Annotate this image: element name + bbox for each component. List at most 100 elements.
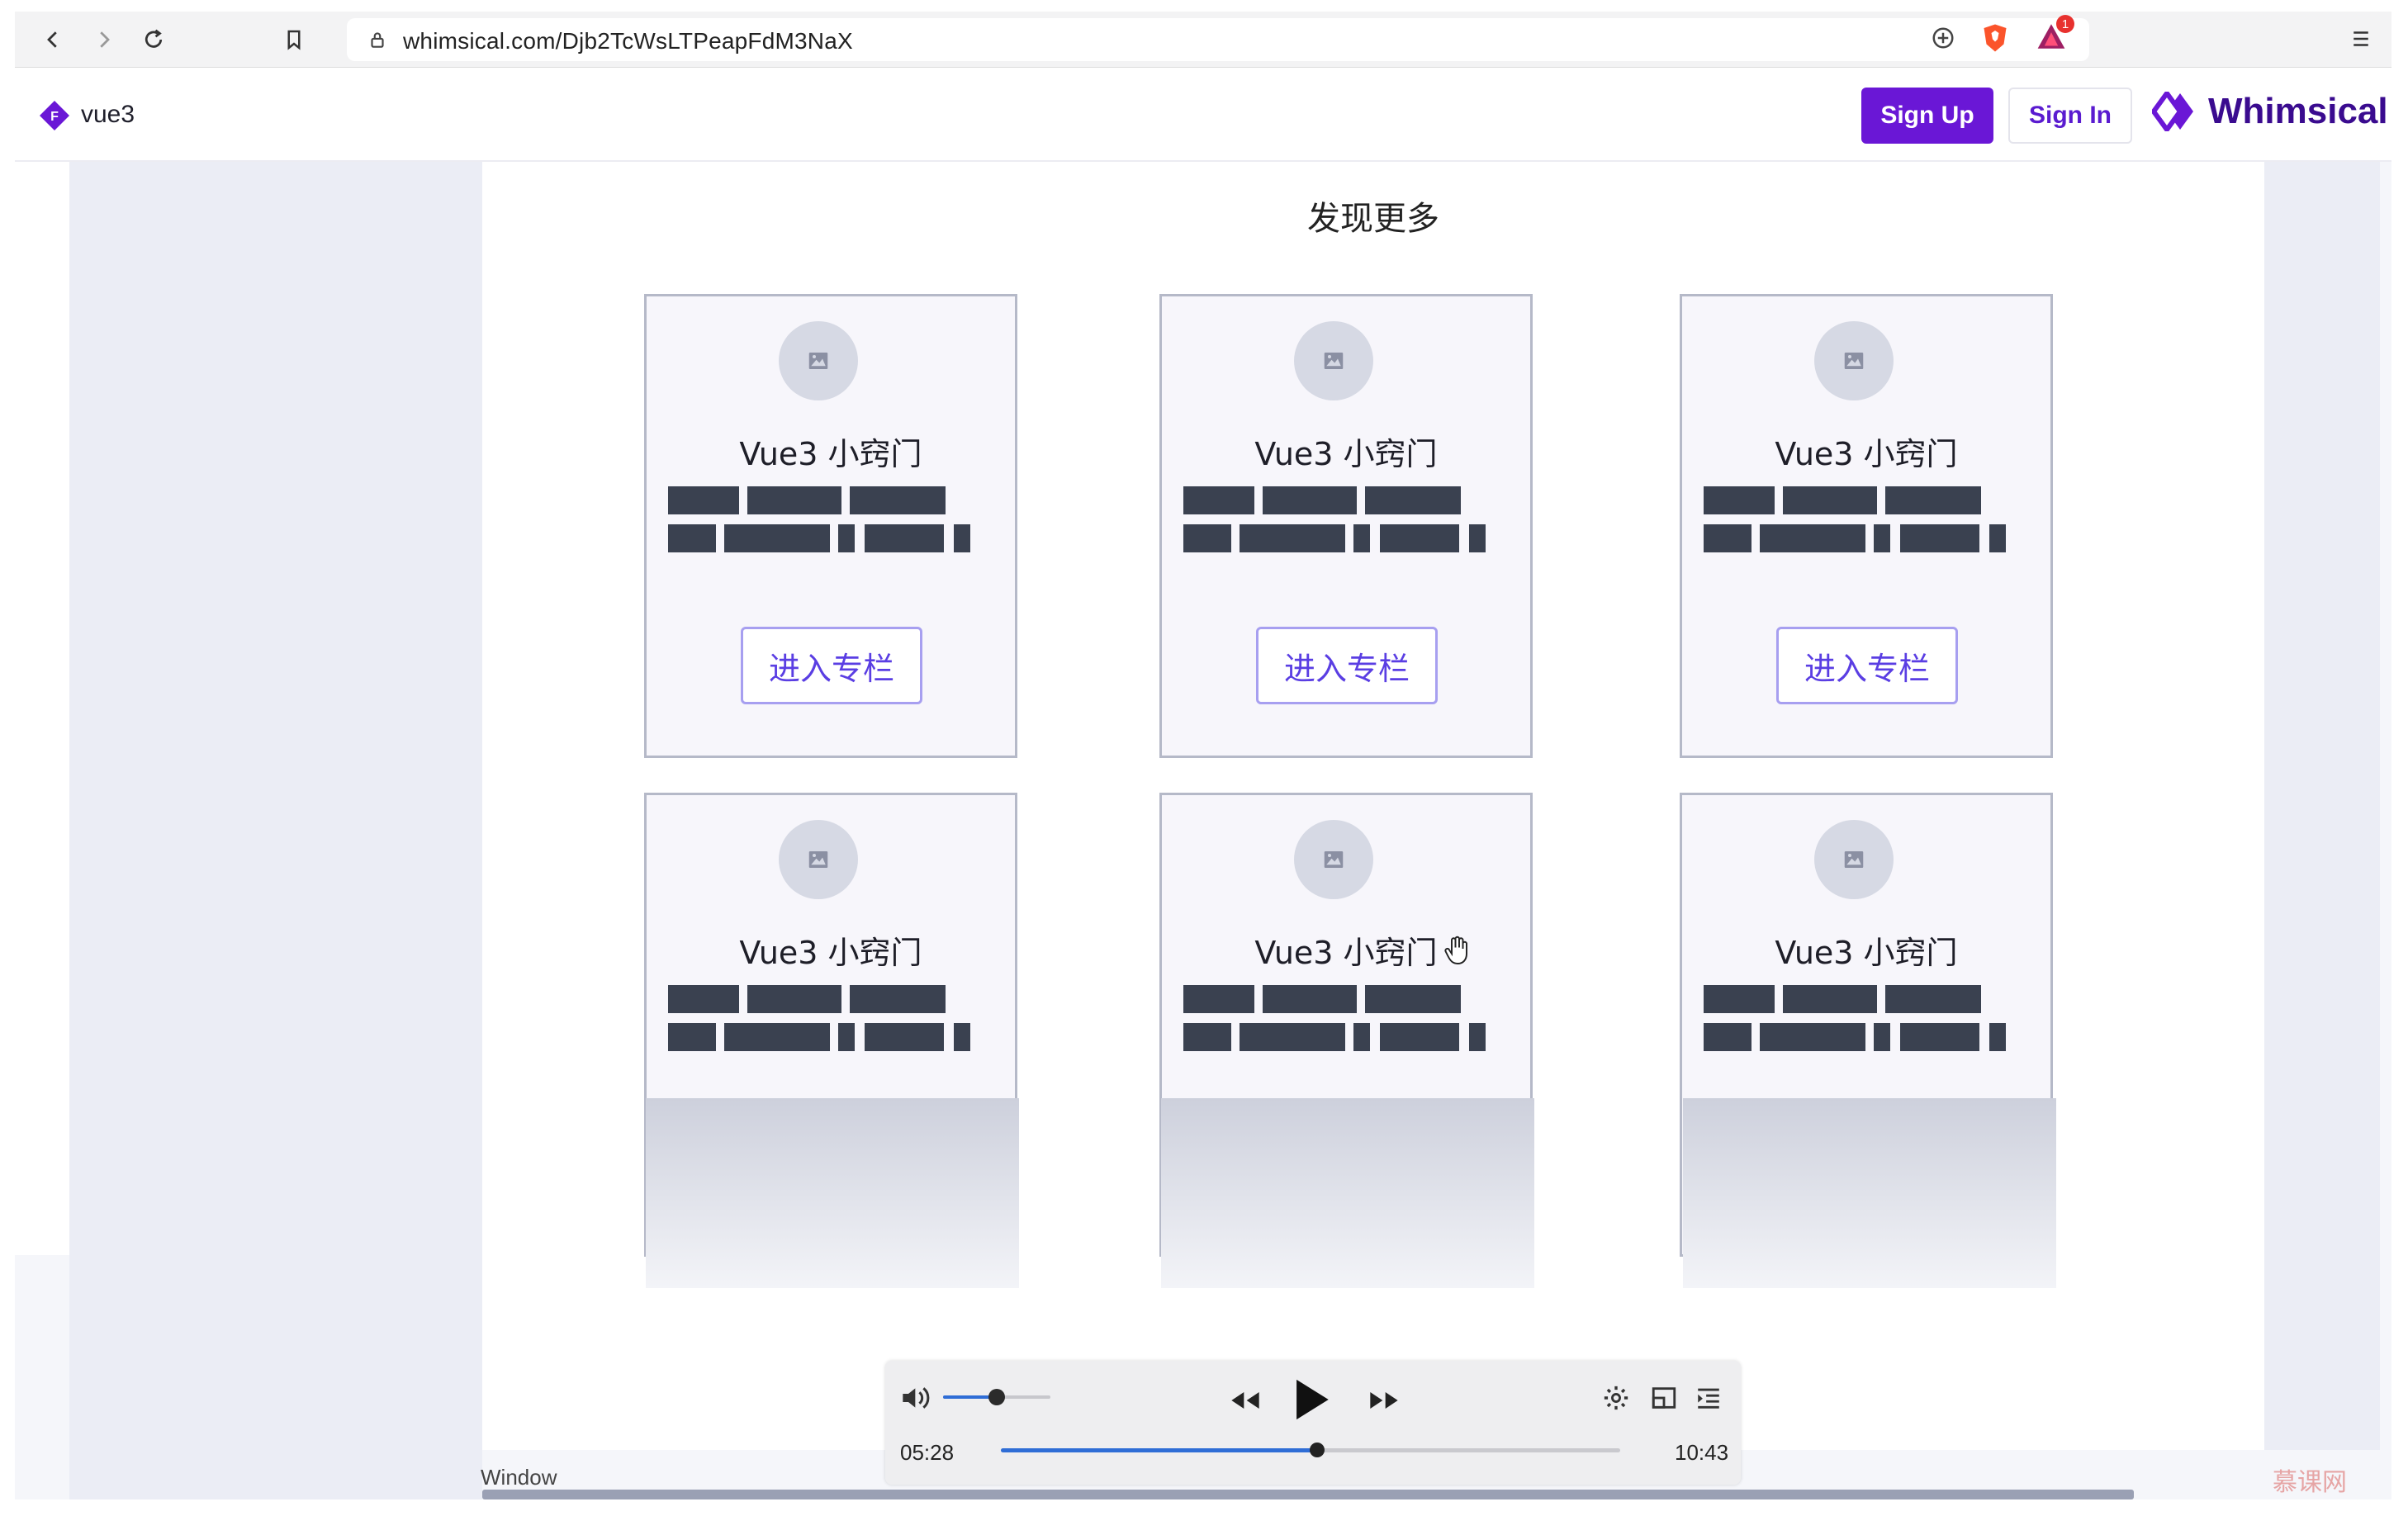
placeholder-bar bbox=[1783, 486, 1877, 514]
placeholder-bar bbox=[668, 524, 716, 552]
placeholder-bar bbox=[850, 486, 946, 514]
placeholder-bar bbox=[1353, 1023, 1370, 1051]
rewind-icon[interactable] bbox=[1229, 1389, 1262, 1412]
placeholder-bar bbox=[1885, 486, 1981, 514]
image-icon bbox=[1844, 851, 1864, 868]
placeholder-bar bbox=[747, 985, 841, 1013]
forward-icon[interactable] bbox=[89, 25, 119, 54]
notification-badge: 1 bbox=[2056, 15, 2074, 33]
placeholder-bar bbox=[668, 985, 739, 1013]
placeholder-bar bbox=[1989, 1023, 2006, 1051]
placeholder-bar bbox=[1240, 524, 1345, 552]
placeholder-bar bbox=[838, 1023, 855, 1051]
window-label: Window bbox=[481, 1465, 557, 1490]
volume-knob[interactable] bbox=[988, 1389, 1005, 1405]
placeholder-bar bbox=[1704, 524, 1751, 552]
card-title: Vue3 小窍门 bbox=[1254, 935, 1438, 971]
volume-icon[interactable] bbox=[900, 1384, 933, 1412]
placeholder-bar bbox=[1900, 1023, 1979, 1051]
video-player-controls: 05:28 10:43 bbox=[885, 1361, 1741, 1485]
placeholder-bar bbox=[668, 1023, 716, 1051]
image-icon bbox=[1324, 353, 1344, 369]
placeholder-bar bbox=[1183, 524, 1231, 552]
placeholder-bar bbox=[1353, 524, 1370, 552]
playlist-icon[interactable] bbox=[1695, 1384, 1723, 1412]
menu-icon[interactable] bbox=[2349, 26, 2373, 54]
placeholder-bar bbox=[954, 524, 970, 552]
placeholder-bar bbox=[1900, 524, 1979, 552]
image-placeholder bbox=[1814, 820, 1894, 899]
placeholder-bar bbox=[1885, 985, 1981, 1013]
zoom-add-icon[interactable] bbox=[1931, 26, 1955, 50]
brave-rewards-icon[interactable]: 1 bbox=[2035, 15, 2074, 54]
placeholder-bar bbox=[724, 524, 830, 552]
fast-forward-icon[interactable] bbox=[1368, 1389, 1401, 1412]
placeholder-bar bbox=[1874, 524, 1890, 552]
volume-slider[interactable] bbox=[943, 1389, 1050, 1405]
sign-in-button[interactable]: Sign In bbox=[2008, 88, 2132, 144]
placeholder-bar bbox=[850, 985, 946, 1013]
left-strip bbox=[15, 162, 69, 1255]
board-name[interactable]: vue3 bbox=[81, 101, 135, 129]
sign-up-button[interactable]: Sign Up bbox=[1861, 88, 1993, 144]
placeholder-bar bbox=[1469, 1023, 1486, 1051]
image-placeholder bbox=[779, 321, 858, 400]
brand-name: Whimsical bbox=[2208, 91, 2388, 131]
placeholder-bar bbox=[1989, 524, 2006, 552]
placeholder-bar bbox=[865, 524, 944, 552]
placeholder-bar bbox=[1783, 985, 1877, 1013]
pip-icon[interactable] bbox=[1650, 1384, 1678, 1412]
column-card[interactable]: Vue3 小窍门 进入专栏 bbox=[644, 294, 1017, 758]
image-placeholder bbox=[1294, 820, 1373, 899]
placeholder-bar bbox=[1704, 1023, 1751, 1051]
placeholder-bar bbox=[1183, 985, 1254, 1013]
card-title: Vue3 小窍门 bbox=[739, 436, 922, 472]
enter-column-button[interactable]: 进入专栏 bbox=[1256, 627, 1438, 704]
placeholder-bar bbox=[1183, 1023, 1231, 1051]
image-icon bbox=[808, 851, 828, 868]
card-title: Vue3 小窍门 bbox=[1775, 935, 1958, 971]
play-icon[interactable] bbox=[1290, 1376, 1331, 1424]
seek-bar[interactable] bbox=[1001, 1443, 1620, 1457]
seek-knob[interactable] bbox=[1309, 1443, 1325, 1457]
placeholder-bar bbox=[1469, 524, 1486, 552]
placeholder-bar bbox=[1263, 985, 1357, 1013]
placeholder-bar bbox=[1380, 524, 1459, 552]
url-text: whimsical.com/Djb2TcWsLTPeapFdM3NaX bbox=[403, 28, 853, 54]
board-icon: F bbox=[40, 101, 69, 130]
placeholder-bar bbox=[1365, 985, 1461, 1013]
watermark: 慕课网 bbox=[2273, 1468, 2347, 1497]
enter-column-button[interactable]: 进入专栏 bbox=[1776, 627, 1958, 704]
card-title: Vue3 小窍门 bbox=[739, 935, 922, 971]
enter-column-button[interactable]: 进入专栏 bbox=[741, 627, 922, 704]
whimsical-logo[interactable]: Whimsical bbox=[2152, 91, 2388, 132]
address-bar[interactable]: whimsical.com/Djb2TcWsLTPeapFdM3NaX bbox=[347, 18, 2089, 61]
column-card[interactable]: Vue3 小窍门 进入专栏 bbox=[1680, 294, 2053, 758]
placeholder-bar bbox=[1380, 1023, 1459, 1051]
settings-gear-icon[interactable] bbox=[1602, 1384, 1630, 1412]
whimsical-logo-icon bbox=[2152, 92, 2193, 131]
placeholder-bar bbox=[954, 1023, 970, 1051]
brave-shield-icon[interactable] bbox=[1980, 21, 2010, 54]
back-icon[interactable] bbox=[38, 25, 68, 54]
image-placeholder bbox=[779, 820, 858, 899]
column-card[interactable]: Vue3 小窍门 进入专栏 bbox=[1159, 294, 1533, 758]
bookmark-icon[interactable] bbox=[279, 25, 309, 54]
card-title: Vue3 小窍门 bbox=[1775, 436, 1958, 472]
placeholder-bar bbox=[724, 1023, 830, 1051]
placeholder-bar bbox=[1704, 985, 1775, 1013]
card-title: Vue3 小窍门 bbox=[1254, 436, 1438, 472]
placeholder-bar bbox=[1365, 486, 1461, 514]
placeholder-bar bbox=[1760, 524, 1865, 552]
current-time: 05:28 bbox=[900, 1440, 955, 1465]
image-icon bbox=[1844, 353, 1864, 369]
seek-progress bbox=[1001, 1448, 1317, 1452]
reload-icon[interactable] bbox=[139, 25, 168, 54]
placeholder-bar bbox=[1183, 486, 1254, 514]
whiteboard-canvas[interactable]: 发现更多 Vue3 小窍门 进入专栏 Vue3 小窍门 进入专栏 Vue3 小窍… bbox=[15, 162, 2391, 1499]
extension-icons: 1 bbox=[1931, 15, 2074, 54]
browser-toolbar: whimsical.com/Djb2TcWsLTPeapFdM3NaX 1 bbox=[15, 12, 2391, 68]
image-icon bbox=[808, 353, 828, 369]
horizontal-scrollbar[interactable] bbox=[482, 1490, 2134, 1499]
placeholder-bar bbox=[668, 486, 739, 514]
